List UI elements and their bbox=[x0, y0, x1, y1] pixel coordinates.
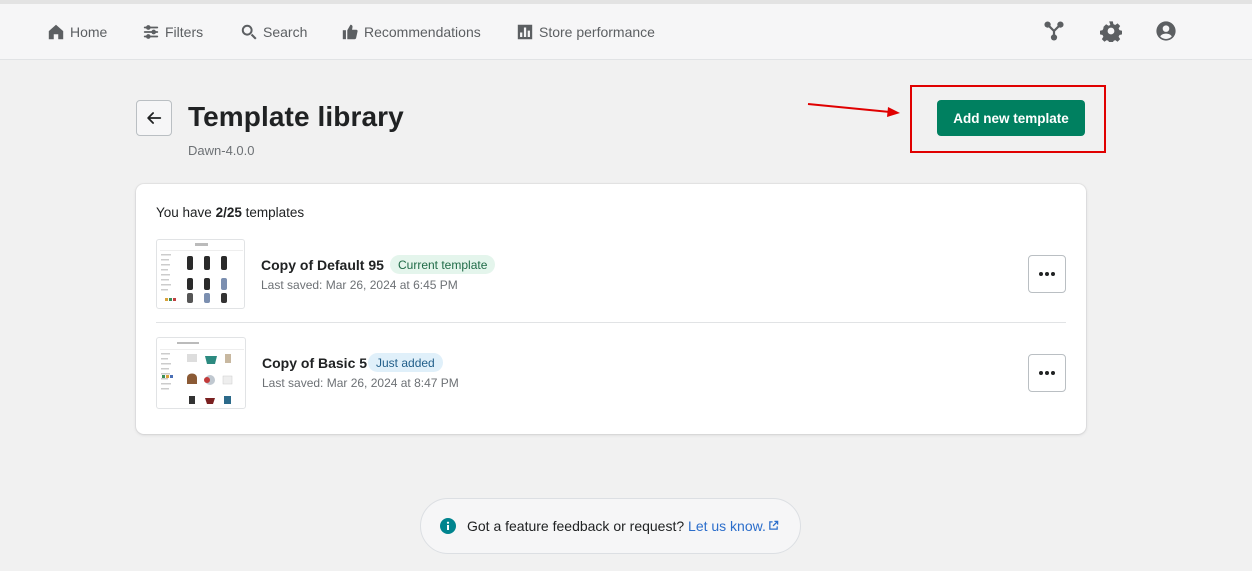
template-last-saved: Last saved: Mar 26, 2024 at 8:47 PM bbox=[262, 376, 459, 390]
nav-filters-label: Filters bbox=[165, 24, 204, 40]
back-button[interactable] bbox=[136, 100, 172, 136]
add-new-template-button[interactable]: Add new template bbox=[937, 100, 1085, 136]
more-horizontal-icon bbox=[1039, 272, 1055, 276]
template-more-actions-button[interactable] bbox=[1028, 255, 1066, 293]
template-count: You have 2/25 templates bbox=[156, 205, 304, 220]
template-name[interactable]: Copy of Default 95 bbox=[261, 257, 384, 273]
template-more-actions-button[interactable] bbox=[1028, 354, 1066, 392]
template-preview-image bbox=[160, 342, 244, 404]
gear-icon bbox=[1099, 21, 1123, 44]
feedback-link[interactable]: Let us know. bbox=[688, 518, 779, 534]
templates-card: You have 2/25 templates Copy of Default … bbox=[136, 184, 1086, 434]
page-title: Template library bbox=[188, 101, 404, 132]
theme-version: Dawn-4.0.0 bbox=[188, 143, 255, 158]
thumbs-up-icon bbox=[342, 24, 358, 40]
search-icon bbox=[241, 24, 257, 40]
nav-recommendations-label: Recommendations bbox=[364, 24, 481, 40]
top-navigation: Home Filters Search Recommendations Stor… bbox=[0, 4, 1252, 60]
nav-search-label: Search bbox=[263, 24, 308, 40]
home-icon bbox=[48, 24, 64, 40]
more-horizontal-icon bbox=[1039, 371, 1055, 375]
row-divider bbox=[156, 322, 1066, 323]
nav-home-label: Home bbox=[70, 24, 108, 40]
nav-store-performance-label: Store performance bbox=[539, 24, 655, 40]
arrow-left-icon bbox=[147, 112, 162, 124]
settings-button[interactable] bbox=[1099, 20, 1124, 44]
template-last-saved: Last saved: Mar 26, 2024 at 6:45 PM bbox=[261, 278, 458, 292]
template-count-prefix: You have bbox=[156, 205, 216, 220]
nav-recommendations[interactable]: Recommendations bbox=[341, 4, 481, 60]
template-count-value: 2/25 bbox=[215, 205, 242, 220]
feedback-message: Got a feature feedback or request? bbox=[467, 518, 685, 534]
template-row: Copy of Basic 5 Just added Last saved: M… bbox=[156, 337, 1066, 409]
template-row: Copy of Default 95 Current template Last… bbox=[156, 239, 1066, 311]
template-count-suffix: templates bbox=[241, 205, 305, 220]
template-preview-image bbox=[160, 243, 243, 303]
feedback-link-label: Let us know. bbox=[688, 518, 766, 534]
account-button[interactable] bbox=[1155, 20, 1179, 44]
nav-filters[interactable]: Filters bbox=[142, 4, 203, 60]
external-link-icon bbox=[769, 520, 779, 530]
account-icon bbox=[1156, 21, 1176, 41]
feedback-text: Got a feature feedback or request? Let u… bbox=[467, 518, 779, 534]
integrations-button[interactable] bbox=[1043, 20, 1067, 44]
template-thumbnail bbox=[156, 337, 246, 409]
status-badge: Current template bbox=[390, 255, 496, 274]
template-name[interactable]: Copy of Basic 5 bbox=[262, 355, 367, 371]
status-badge: Just added bbox=[368, 353, 443, 372]
nav-home[interactable]: Home bbox=[47, 4, 107, 60]
filters-icon bbox=[143, 25, 159, 39]
bar-chart-icon bbox=[517, 24, 533, 40]
annotation-arrow bbox=[807, 103, 900, 117]
template-thumbnail bbox=[156, 239, 245, 309]
feedback-banner: Got a feature feedback or request? Let u… bbox=[420, 498, 801, 554]
info-icon bbox=[440, 518, 456, 534]
nav-store-performance[interactable]: Store performance bbox=[516, 4, 655, 60]
integrations-icon bbox=[1044, 21, 1064, 41]
nav-search[interactable]: Search bbox=[240, 4, 307, 60]
